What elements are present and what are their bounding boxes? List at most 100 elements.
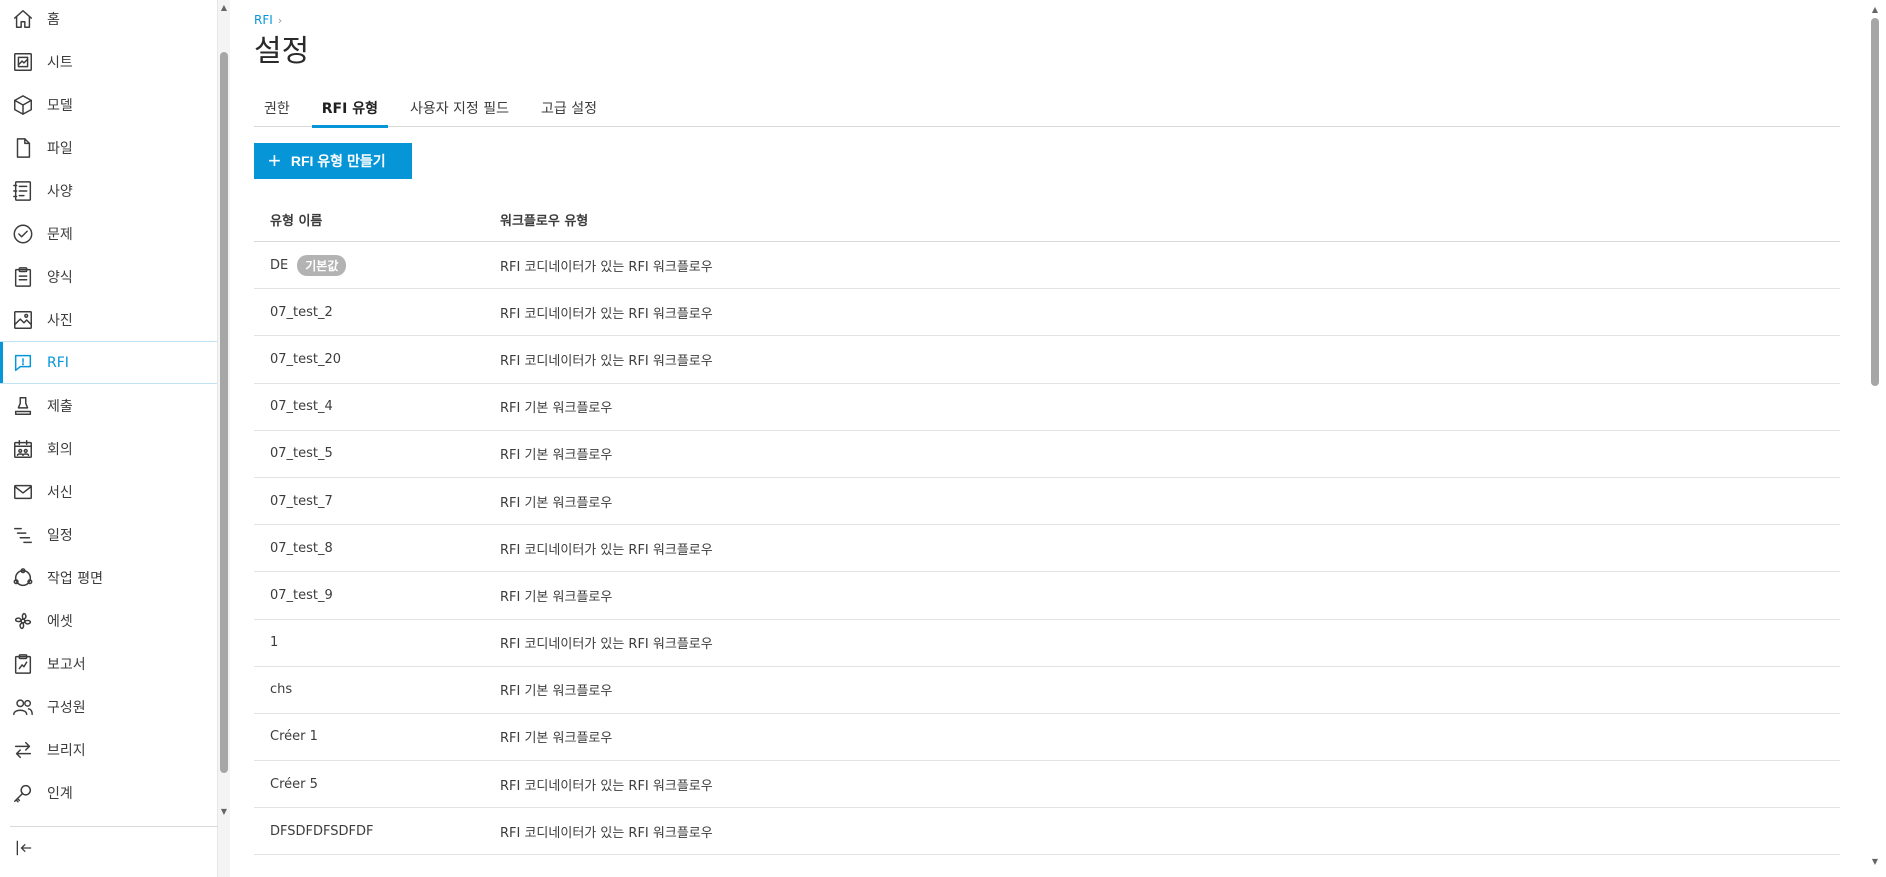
tab-custom-fields[interactable]: 사용자 지정 필드	[400, 98, 519, 127]
collapse-sidebar-button[interactable]	[12, 836, 36, 860]
check-circle-icon	[12, 223, 34, 245]
sidebar-item-label: 제출	[47, 398, 73, 415]
work-plane-icon	[12, 567, 34, 589]
type-name-cell: 1	[270, 635, 279, 651]
sidebar-item-rfi[interactable]: RFI	[0, 341, 217, 384]
main-scrollbar-thumb[interactable]	[1871, 18, 1879, 386]
main-scroll-up-arrow[interactable]: ▲	[1870, 4, 1880, 16]
workflow-cell: RFI 코디네이터가 있는 RFI 워크플로우	[500, 353, 713, 369]
bridge-icon	[12, 739, 34, 761]
sidebar-item-sheets[interactable]: 시트	[0, 40, 217, 83]
spec-icon	[12, 180, 34, 202]
sidebar-item-label: RFI	[47, 354, 69, 371]
sidebar-item-label: 회의	[47, 441, 73, 458]
sidebar: 홈 시트 모델 파일 사양 문제 양식 사진 RFI 제출 회의 서신 일정 작…	[0, 0, 222, 877]
sidebar-item-label: 보고서	[47, 656, 86, 673]
table-row[interactable]: 07_test_9 RFI 기본 워크플로우	[254, 572, 1840, 620]
workflow-cell: RFI 기본 워크플로우	[500, 589, 613, 605]
default-badge: 기본값	[297, 254, 347, 276]
table-row[interactable]: 1 RFI 코디네이터가 있는 RFI 워크플로우	[254, 620, 1840, 667]
table-row[interactable]: 07_test_20 RFI 코디네이터가 있는 RFI 워크플로우	[254, 336, 1840, 384]
sidebar-divider	[10, 826, 222, 827]
workflow-cell: RFI 기본 워크플로우	[500, 401, 613, 417]
sidebar-item-home[interactable]: 홈	[0, 0, 217, 40]
sidebar-item-schedule[interactable]: 일정	[0, 513, 217, 556]
sidebar-item-issues[interactable]: 문제	[0, 212, 217, 255]
table-row[interactable]: 07_test_2 RFI 코디네이터가 있는 RFI 워크플로우	[254, 289, 1840, 337]
sidebar-item-label: 시트	[47, 54, 73, 71]
stamp-icon	[12, 395, 34, 417]
tab-permissions[interactable]: 권한	[254, 98, 300, 127]
table-row[interactable]: 07_test_7 RFI 기본 워크플로우	[254, 478, 1840, 526]
workflow-cell: RFI 코디네이터가 있는 RFI 워크플로우	[500, 306, 713, 322]
sidebar-item-label: 인계	[47, 785, 73, 802]
scroll-down-arrow[interactable]: ▼	[218, 806, 230, 818]
workflow-cell: RFI 코디네이터가 있는 RFI 워크플로우	[500, 637, 713, 653]
sidebar-item-work-plane[interactable]: 작업 평면	[0, 556, 217, 599]
table-header: 유형 이름 워크플로우 유형	[254, 198, 1840, 242]
type-name-cell: 07_test_8	[270, 540, 333, 556]
sidebar-item-submittals[interactable]: 제출	[0, 384, 217, 427]
table-row[interactable]: DE 기본값 RFI 코디네이터가 있는 RFI 워크플로우	[254, 242, 1840, 290]
sidebar-item-assets[interactable]: 에셋	[0, 599, 217, 642]
collapse-sidebar-icon	[16, 840, 32, 856]
sidebar-item-members[interactable]: 구성원	[0, 685, 217, 728]
sidebar-item-handover[interactable]: 인계	[0, 771, 217, 814]
sidebar-item-files[interactable]: 파일	[0, 126, 217, 169]
breadcrumb-rfi-link[interactable]: RFI	[254, 13, 273, 27]
column-header-workflow-type[interactable]: 워크플로우 유형	[500, 210, 1840, 229]
sidebar-item-label: 브리지	[47, 742, 86, 759]
sidebar-item-label: 일정	[47, 527, 73, 544]
table-row[interactable]: Créer 1 RFI 기본 워크플로우	[254, 714, 1840, 762]
sidebar-scrollbar-thumb[interactable]	[220, 52, 228, 773]
sidebar-item-models[interactable]: 모델	[0, 83, 217, 126]
workflow-cell: RFI 코디네이터가 있는 RFI 워크플로우	[500, 542, 713, 558]
rfi-types-table: 유형 이름 워크플로우 유형 DE 기본값 RFI 코디네이터가 있는 RFI 워…	[254, 198, 1840, 856]
scroll-up-arrow[interactable]: ▲	[218, 2, 230, 14]
main-content: RFI › 설정 권한 RFI 유형 사용자 지정 필드 고급 설정 + RFI…	[230, 0, 1864, 877]
plus-icon: +	[268, 148, 281, 173]
type-name-cell: DFSDFDFSDFDF	[270, 823, 374, 839]
sidebar-item-photos[interactable]: 사진	[0, 298, 217, 341]
report-icon	[12, 653, 34, 675]
table-row[interactable]: chs RFI 기본 워크플로우	[254, 667, 1840, 714]
type-name-cell: chs	[270, 682, 293, 698]
mail-icon	[12, 481, 34, 503]
column-header-type-name[interactable]: 유형 이름	[254, 210, 500, 229]
sidebar-item-label: 구성원	[47, 699, 86, 716]
create-rfi-type-button[interactable]: + RFI 유형 만들기	[254, 143, 412, 179]
sidebar-item-label: 서신	[47, 484, 73, 501]
main-scrollbar[interactable]: ▲ ▼	[1864, 0, 1886, 877]
workflow-cell: RFI 코디네이터가 있는 RFI 워크플로우	[500, 825, 713, 841]
type-name-cell: 07_test_20	[270, 351, 342, 367]
table-row[interactable]: Créer 5 RFI 코디네이터가 있는 RFI 워크플로우	[254, 761, 1840, 809]
clipboard-icon	[12, 266, 34, 288]
sidebar-item-label: 작업 평면	[47, 570, 103, 587]
sidebar-item-forms[interactable]: 양식	[0, 255, 217, 298]
sidebar-item-label: 문제	[47, 226, 73, 243]
table-row[interactable]: 07_test_8 RFI 코디네이터가 있는 RFI 워크플로우	[254, 525, 1840, 573]
main-scroll-down-arrow[interactable]: ▼	[1870, 856, 1880, 868]
sidebar-item-correspondence[interactable]: 서신	[0, 470, 217, 513]
workflow-cell: RFI 코디네이터가 있는 RFI 워크플로우	[500, 778, 713, 794]
sidebar-item-meetings[interactable]: 회의	[0, 427, 217, 470]
sidebar-item-bridge[interactable]: 브리지	[0, 728, 217, 771]
table-row[interactable]: 07_test_5 RFI 기본 워크플로우	[254, 431, 1840, 478]
cube-icon	[12, 94, 34, 116]
table-row[interactable]: 07_test_4 RFI 기본 워크플로우	[254, 384, 1840, 431]
settings-tabs: 권한 RFI 유형 사용자 지정 필드 고급 설정	[254, 98, 1840, 128]
type-name-cell: 07_test_9	[270, 587, 333, 603]
tab-advanced-settings[interactable]: 고급 설정	[531, 98, 607, 127]
type-name-cell: Créer 5	[270, 776, 318, 792]
workflow-cell: RFI 기본 워크플로우	[500, 495, 613, 511]
create-rfi-type-label: RFI 유형 만들기	[290, 153, 386, 169]
tab-rfi-types[interactable]: RFI 유형	[311, 98, 389, 128]
sidebar-scrollbar[interactable]: ▲ ▼	[218, 0, 230, 877]
sidebar-item-reports[interactable]: 보고서	[0, 642, 217, 685]
type-name-cell: 07_test_7	[270, 493, 333, 509]
sidebar-item-label: 사진	[47, 312, 73, 329]
type-name-cell: DE	[270, 257, 289, 273]
type-name-cell: 07_test_2	[270, 304, 333, 320]
table-row[interactable]: DFSDFDFSDFDF RFI 코디네이터가 있는 RFI 워크플로우	[254, 808, 1840, 856]
sidebar-item-specs[interactable]: 사양	[0, 169, 217, 212]
